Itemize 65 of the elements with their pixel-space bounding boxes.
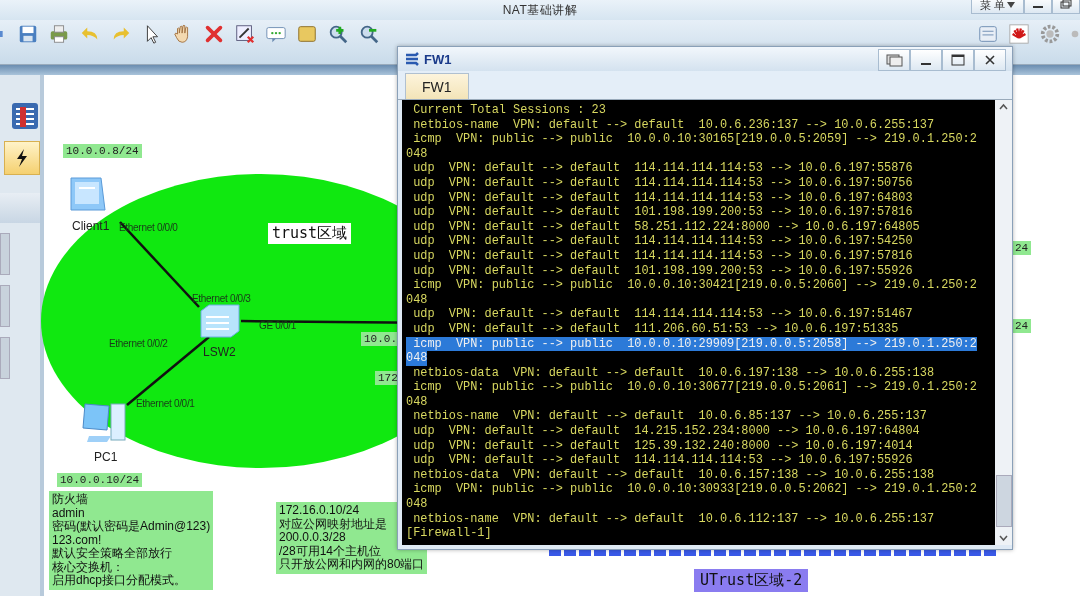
- console-line: udp VPN: default --> default 14.215.152.234:8000 --> 10.0.6.197:64804: [412, 424, 920, 439]
- console-line: udp VPN: default --> default 58.251.112.224:8000 --> 10.0.6.197:64805: [412, 219, 920, 235]
- console-line: udp VPN: default --> default 101.198.199.200:53 --> 10.0.6.197:57816: [412, 205, 913, 220]
- zone-label: trust区域: [268, 223, 352, 244]
- console-line: icmp VPN: public --> public 10.0.0.10:30933[219.0.0.5:2062] --> 219.0.1.250:2: [412, 482, 977, 498]
- delete-link-icon[interactable]: [234, 23, 256, 45]
- console-line: udp VPN: default --> default 111.206.60.51:53 --> 10.0.6.197:51335: [412, 321, 899, 337]
- save-icon[interactable]: [17, 23, 39, 45]
- window-title: NAT基础讲解: [502, 1, 578, 19]
- restore-icon[interactable]: [1052, 0, 1080, 14]
- maximize-icon[interactable]: [942, 49, 974, 71]
- console-line: netbios-name VPN: default --> default 10.0.6.236:137 --> 10.0.6.255:137: [412, 117, 935, 133]
- minimize-icon[interactable]: [1024, 0, 1052, 14]
- console-line: netbios-data VPN: default --> default 10.0.6.197:138 --> 10.0.6.255:138: [412, 365, 935, 381]
- console-line: udp VPN: default --> default 125.39.132.240:8000 --> 10.0.6.197:4014: [412, 438, 913, 454]
- console-line: udp VPN: default --> default 101.198.199.200:53 --> 10.0.6.197:55926: [412, 263, 913, 279]
- port-label: Ethernet 0/0/2: [109, 338, 168, 349]
- port-label: Ethernet 0/0/1: [136, 398, 195, 409]
- ip-label: 10.0.0.8/24: [63, 144, 142, 158]
- console-line: 048: [406, 146, 428, 162]
- flower-logo-icon[interactable]: [1008, 23, 1030, 45]
- console-line: udp VPN: default --> default 114.114.114.114:53 --> 10.0.6.197:64803: [412, 190, 913, 206]
- console-line: 048: [406, 394, 428, 410]
- device-name: PC1: [94, 450, 118, 464]
- console-line: icmp VPN: public --> public 10.0.0.10:30677[219.0.0.5:2061] --> 219.0.1.250:2: [412, 380, 977, 395]
- console-line: netbios-data VPN: default --> default 10.0.6.157:138 --> 10.0.6.255:138: [412, 467, 935, 483]
- zoom-out-icon[interactable]: [358, 23, 380, 45]
- switch-device-icon[interactable]: [199, 303, 241, 339]
- console-line: udp VPN: default --> default 114.114.114.114:53 --> 10.0.6.197:57816: [412, 248, 913, 264]
- console-line: icmp VPN: public --> public 10.0.0.10:30421[219.0.0.5:2060] --> 219.0.1.250:2: [412, 278, 977, 293]
- caret-icon: [1007, 2, 1015, 8]
- scrollbar-thumb[interactable]: [995, 475, 1012, 527]
- ip-label: 24: [1012, 319, 1032, 333]
- note-text: 防火墙 admin 密码(默认密码是Admin@123) 123.com! 默认安全策略全部放行 核心交换机： 启用dhcp接口分配模式。: [49, 491, 214, 590]
- console-line: udp VPN: default --> default 114.114.114.114:53 --> 10.0.6.197:55926: [412, 453, 913, 468]
- console-line: udp VPN: default --> default 114.114.114.114:53 --> 10.0.6.197:50756: [412, 175, 913, 191]
- ip-label: 24: [1012, 241, 1032, 255]
- console-tab[interactable]: FW1: [405, 73, 469, 99]
- console-line: netbios-name VPN: default --> default 10.0.6.85:137 --> 10.0.6.255:137: [412, 409, 927, 425]
- port-label: GE 0/0/1: [259, 320, 297, 331]
- console-line: udp VPN: default --> default 114.114.114.114:53 --> 10.0.6.197:54250: [412, 234, 913, 249]
- close-icon[interactable]: [974, 49, 1006, 71]
- console-line: 048: [406, 292, 428, 308]
- console-title: FW1: [424, 51, 452, 67]
- panel-header: [0, 193, 40, 223]
- rectangle-icon[interactable]: [296, 23, 318, 45]
- firewall-icon[interactable]: [10, 101, 40, 131]
- zone-label: UTrust区域-2: [694, 569, 809, 592]
- console-line: udp VPN: default --> default 114.114.114.114:53 --> 10.0.6.197:51467: [412, 307, 913, 322]
- console-line: udp VPN: default --> default 114.114.114.114:53 --> 10.0.6.197:55876: [412, 161, 913, 176]
- console-line: icmp VPN: public --> public 10.0.0.10:30165[219.0.0.5:2059] --> 219.0.1.250:2: [412, 132, 977, 147]
- client-device-icon[interactable]: [67, 176, 109, 214]
- pc-device-icon[interactable]: [81, 400, 129, 444]
- menu-button[interactable]: 菜 单: [970, 0, 1024, 14]
- zoom-in-icon[interactable]: [327, 23, 349, 45]
- minimize-icon[interactable]: [910, 49, 942, 71]
- connection-tool-button[interactable]: [4, 141, 40, 175]
- device-name: LSW2: [203, 345, 236, 359]
- printer-icon[interactable]: [48, 23, 70, 45]
- ip-label: 10.0.: [361, 332, 400, 346]
- device-icon: [404, 51, 420, 67]
- console-line: Current Total Sessions : 23: [412, 103, 606, 118]
- ip-label: 10.0.0.10/24: [57, 473, 143, 487]
- port-label: Ethernet 0/0/3: [192, 293, 251, 304]
- delete-icon[interactable]: [203, 23, 225, 45]
